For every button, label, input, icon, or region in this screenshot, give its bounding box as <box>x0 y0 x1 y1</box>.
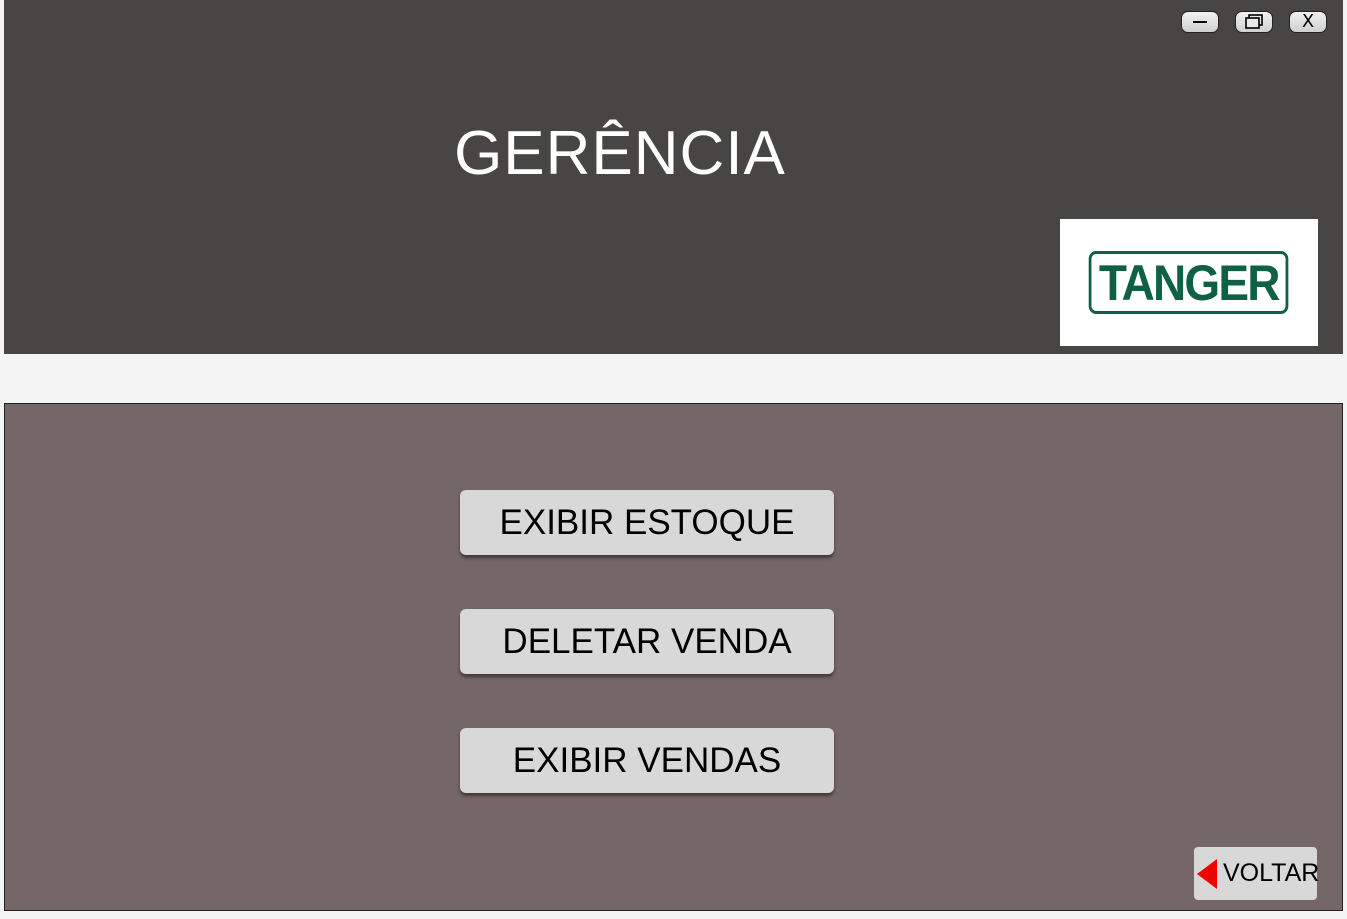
close-icon: X <box>1301 11 1315 32</box>
maximize-icon <box>1245 14 1263 29</box>
close-button[interactable]: X <box>1289 11 1327 33</box>
maximize-button[interactable] <box>1235 11 1273 33</box>
minimize-icon <box>1193 20 1207 24</box>
back-button-label: VOLTAR <box>1223 859 1320 887</box>
company-logo: TANGER <box>1060 219 1318 346</box>
header-bar: X GERÊNCIA TANGER <box>4 0 1343 354</box>
page-title: GERÊNCIA <box>454 119 786 188</box>
delete-sale-button[interactable]: DELETAR VENDA <box>460 609 834 674</box>
logo-text: TANGER <box>1088 251 1290 314</box>
show-sales-button[interactable]: EXIBIR VENDAS <box>460 728 834 793</box>
minimize-button[interactable] <box>1181 11 1219 33</box>
left-arrow-icon <box>1197 858 1217 889</box>
main-panel: EXIBIR ESTOQUE DELETAR VENDA EXIBIR VEND… <box>4 403 1343 911</box>
back-button[interactable]: VOLTAR <box>1194 847 1320 900</box>
show-stock-button[interactable]: EXIBIR ESTOQUE <box>460 490 834 555</box>
